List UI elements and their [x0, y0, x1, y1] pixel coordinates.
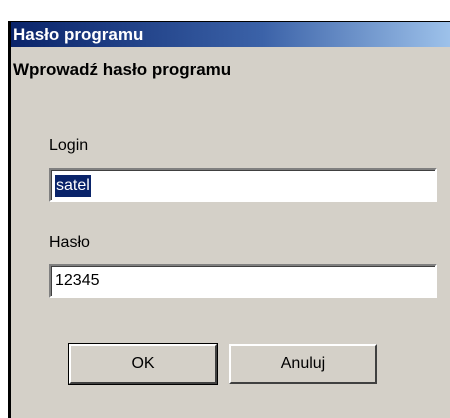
login-field[interactable]: satel [49, 168, 437, 202]
cancel-button[interactable]: Anuluj [229, 344, 377, 384]
password-field[interactable]: 12345 [49, 264, 437, 298]
login-label: Login [49, 137, 89, 154]
password-dialog: Hasło programu Wprowadź hasło programu L… [8, 21, 450, 418]
dialog-prompt: Wprowadź hasło programu [13, 60, 232, 79]
password-label: Hasło [49, 234, 90, 251]
dialog-title-bar[interactable]: Hasło programu [11, 22, 450, 47]
ok-button[interactable]: OK [68, 343, 218, 385]
password-value: 12345 [55, 272, 100, 289]
login-value: satel [55, 175, 91, 197]
